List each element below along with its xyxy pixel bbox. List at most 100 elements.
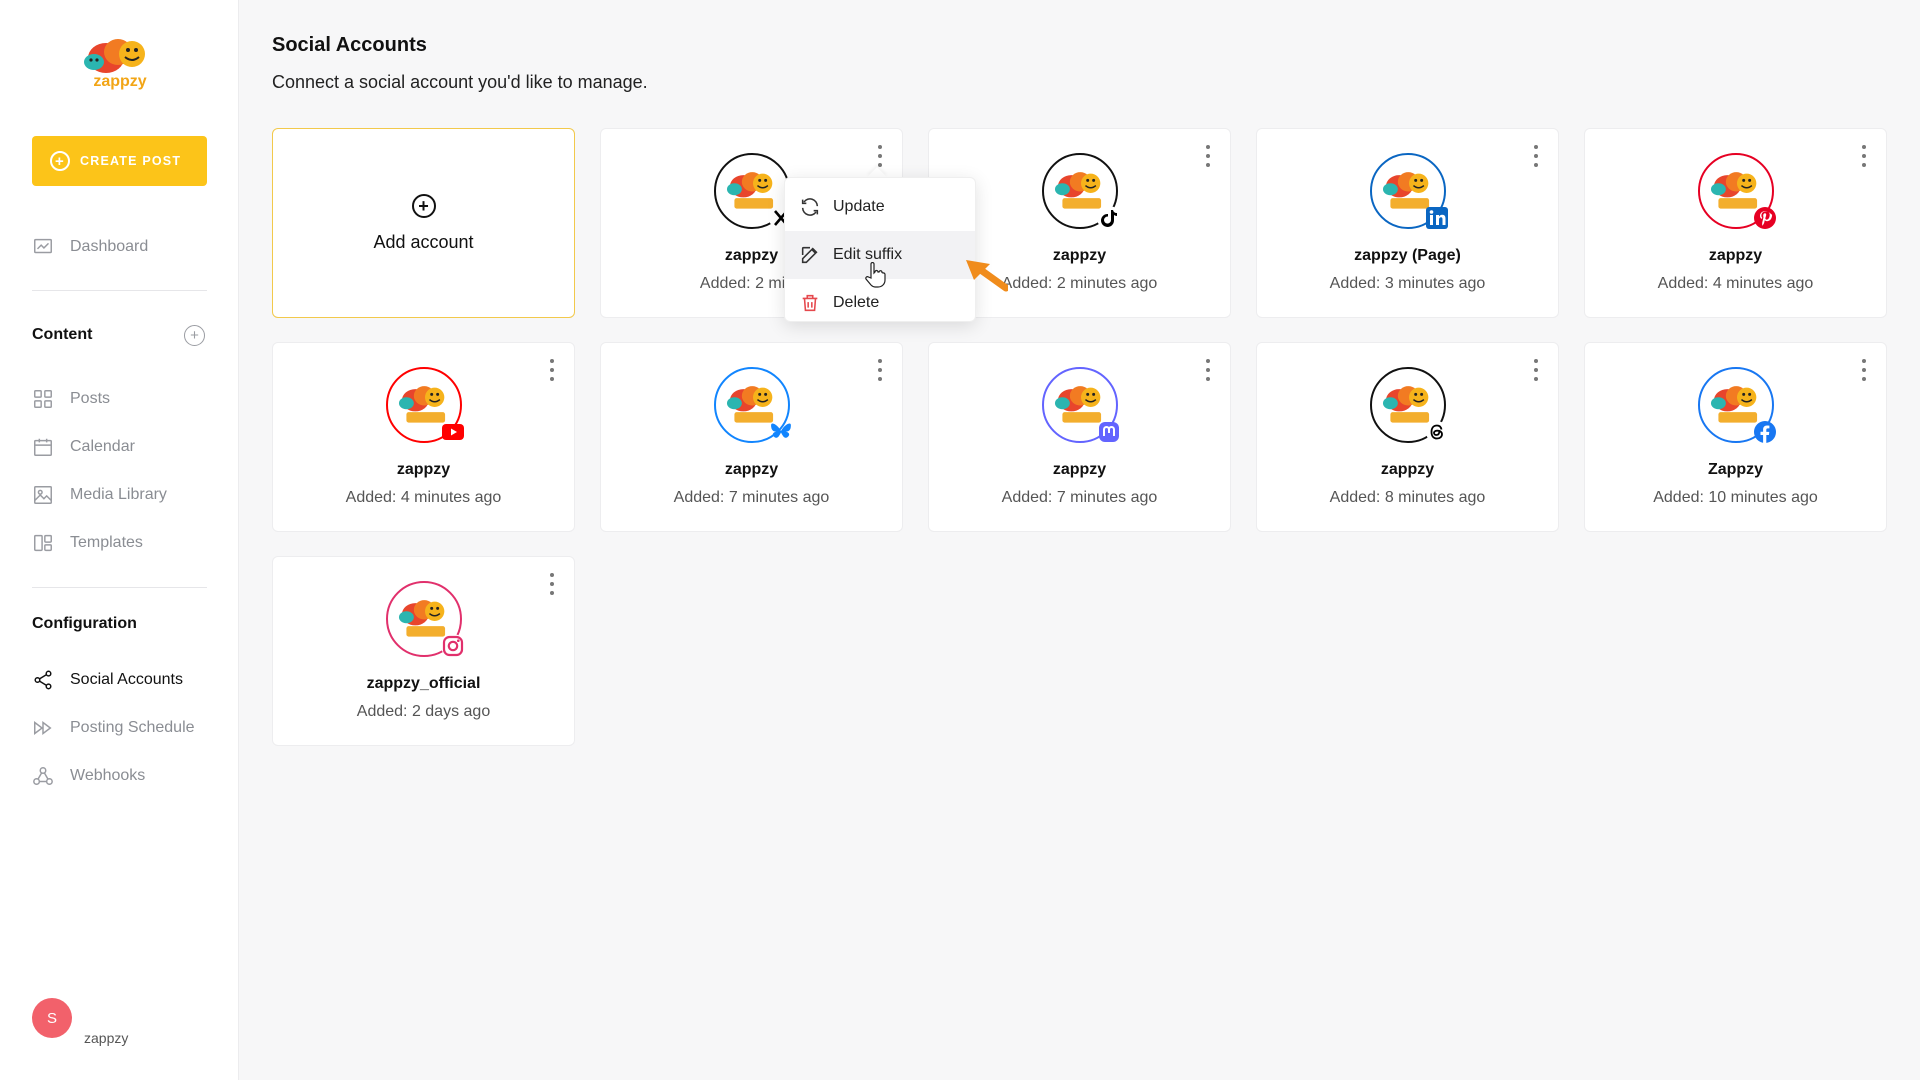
zappzy-logo[interactable]: zappzy	[80, 34, 158, 92]
arrow-annotation-icon	[966, 260, 1008, 292]
account-avatar	[1369, 153, 1448, 229]
content-section-title: Content	[32, 326, 93, 343]
menu-item-update[interactable]: Update	[785, 183, 975, 231]
chart-icon	[34, 238, 52, 254]
more-options-icon[interactable]	[1860, 145, 1868, 167]
more-options-icon[interactable]	[548, 359, 556, 381]
account-added-time: Added: 2 days ago	[356, 703, 491, 720]
account-card[interactable]: zappzy Added: 4 minutes ago	[272, 342, 575, 532]
user-profile[interactable]: S zappzy	[32, 998, 128, 1046]
facebook-icon	[1752, 419, 1778, 445]
template-icon	[34, 534, 52, 552]
pinterest-icon	[1752, 205, 1778, 231]
page-subtitle: Connect a social account you'd like to m…	[272, 72, 648, 92]
sidebar-item-posting-schedule[interactable]: Posting Schedule	[32, 717, 195, 739]
sidebar-item-templates[interactable]: Templates	[32, 532, 143, 554]
sidebar-item-label: Webhooks	[70, 767, 146, 784]
more-options-icon[interactable]	[876, 145, 884, 167]
configuration-section-title: Configuration	[32, 615, 137, 632]
plus-icon: +	[190, 327, 199, 344]
sidebar-item-label: Social Accounts	[70, 671, 183, 688]
threads-icon	[1424, 419, 1450, 445]
more-options-icon[interactable]	[1204, 359, 1212, 381]
account-card[interactable]: zappzy (Page) Added: 3 minutes ago	[1256, 128, 1559, 318]
sidebar-item-label: Posts	[70, 390, 111, 407]
account-name: zappzy_official	[366, 675, 481, 692]
user-name: zappzy	[84, 1030, 129, 1046]
plus-circle-icon: +	[411, 193, 436, 218]
sidebar-item-webhooks[interactable]: Webhooks	[32, 765, 145, 787]
account-name: Zappzy	[1707, 461, 1764, 478]
sidebar-item-label: Media Library	[70, 486, 167, 503]
account-name: zappzy	[396, 461, 451, 478]
more-options-icon[interactable]	[876, 359, 884, 381]
sidebar-item-label: Templates	[70, 534, 143, 551]
sidebar-item-posts[interactable]: Posts	[32, 388, 110, 410]
page-title: Social Accounts	[272, 34, 427, 56]
account-avatar	[385, 367, 464, 443]
sidebar: zappzy + CREATE POST Dashboard Content +…	[0, 0, 239, 1080]
account-card[interactable]: zappzy Added: 4 minutes ago	[1584, 128, 1887, 318]
share-icon	[34, 670, 52, 690]
grid-icon	[34, 390, 52, 408]
account-avatar	[713, 367, 791, 443]
account-added-time: Added: 7 minutes ago	[1001, 489, 1158, 506]
account-avatar	[1041, 367, 1119, 443]
plus-circle-icon: +	[50, 151, 70, 171]
account-added-time: Added: 4 minutes ago	[345, 489, 502, 506]
account-added-time: Added: 4 minutes ago	[1657, 275, 1814, 292]
more-options-icon[interactable]	[1204, 145, 1212, 167]
account-avatar	[1697, 367, 1776, 443]
account-added-time: Added: 8 minutes ago	[1329, 489, 1486, 506]
tiktok-icon	[1096, 205, 1122, 231]
create-post-button[interactable]: + CREATE POST	[32, 136, 207, 186]
account-name: zappzy	[1708, 247, 1763, 264]
account-card[interactable]: zappzy Added: 8 minutes ago	[1256, 342, 1559, 532]
add-account-label: Add account	[373, 231, 474, 252]
account-card[interactable]: zappzy Added: 7 minutes ago	[928, 342, 1231, 532]
account-name: zappzy	[724, 461, 779, 478]
account-name: zappzy	[1052, 461, 1107, 478]
account-card[interactable]: zappzy Added: 7 minutes ago	[600, 342, 903, 532]
sidebar-item-label: Dashboard	[70, 238, 149, 255]
account-card[interactable]: zappzy_official Added: 2 days ago	[272, 556, 575, 746]
divider	[32, 290, 207, 291]
edit-icon	[801, 246, 818, 264]
account-avatar	[1369, 367, 1448, 443]
sidebar-item-label: Posting Schedule	[70, 719, 195, 736]
account-avatar	[1041, 153, 1121, 230]
add-account-card[interactable]: + Add account	[272, 128, 575, 318]
more-options-icon[interactable]	[1532, 359, 1540, 381]
refresh-icon	[801, 198, 819, 216]
account-name: zappzy (Page)	[1354, 247, 1461, 264]
add-content-button[interactable]: +	[184, 325, 205, 346]
trash-icon	[802, 294, 818, 312]
create-post-label: CREATE POST	[80, 154, 182, 168]
logo-wordmark: zappzy	[93, 73, 146, 90]
menu-item-label: Update	[833, 198, 885, 215]
more-options-icon[interactable]	[1532, 145, 1540, 167]
divider	[32, 587, 207, 588]
sidebar-item-dashboard[interactable]: Dashboard	[32, 236, 148, 258]
account-avatar	[385, 581, 465, 658]
fast-forward-icon	[34, 721, 52, 735]
account-avatar	[713, 153, 793, 230]
account-avatar	[1697, 153, 1776, 229]
calendar-icon	[34, 438, 52, 456]
hand-cursor-icon	[865, 262, 886, 288]
more-options-icon[interactable]	[1860, 359, 1868, 381]
webhook-icon	[33, 767, 53, 785]
sidebar-item-calendar[interactable]: Calendar	[32, 436, 135, 458]
bluesky-icon	[768, 419, 794, 445]
sidebar-item-social-accounts[interactable]: Social Accounts	[32, 669, 183, 691]
sidebar-item-media-library[interactable]: Media Library	[32, 484, 167, 506]
image-icon	[34, 486, 52, 504]
avatar[interactable]: S	[32, 998, 72, 1038]
account-actions-menu: Update Edit suffix Delete	[784, 177, 976, 322]
mastodon-icon	[1096, 419, 1122, 445]
account-card[interactable]: Zappzy Added: 10 minutes ago	[1584, 342, 1887, 532]
account-added-time: Added: 7 minutes ago	[673, 489, 830, 506]
youtube-icon	[440, 419, 466, 445]
account-added-time: Added: 10 minutes ago	[1653, 489, 1818, 506]
more-options-icon[interactable]	[548, 573, 556, 595]
